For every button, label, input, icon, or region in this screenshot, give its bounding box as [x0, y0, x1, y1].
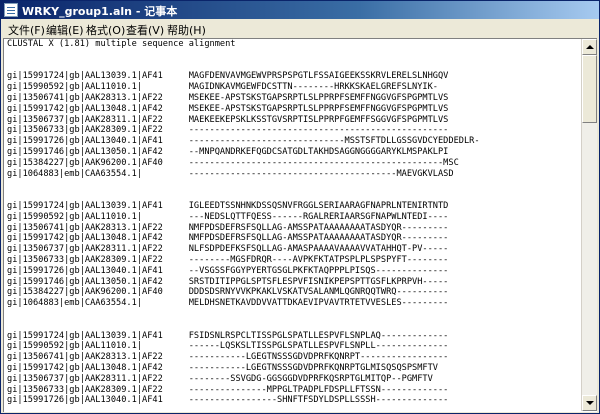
text-line: gi|13506733|gb|AAK28309.1|AF22 --------M… [7, 254, 449, 265]
menu-edit[interactable]: 编辑(E) [43, 21, 87, 39]
text-line: gi|15990592|gb|AAL11010.1| ------LQSKSLT… [7, 341, 449, 352]
text-line: CLUSTAL X (1.81) multiple sequence align… [7, 39, 236, 49]
text-line: gi|15991742|gb|AAL13048.1|AF42 NMFPDSDEF… [7, 233, 449, 244]
text-line: gi|13506737|gb|AAK28311.1|AF22 MAEKEEKEP… [7, 114, 449, 125]
text-line: gi|15991726|gb|AAL13040.1|AF41 ---------… [7, 395, 449, 406]
down-arrow-icon [586, 401, 594, 405]
text-line: gi|15991724|gb|AAL13039.1|AF41 MAGFDENVA… [7, 71, 449, 82]
text-line: gi|1064883|emb|CAA63554.1| -------------… [7, 168, 454, 179]
text-line [7, 190, 582, 201]
window-title: WRKY_group1.aln - 记事本 [22, 5, 178, 18]
text-line [7, 61, 582, 72]
text-line: gi|13506733|gb|AAK28309.1|AF22 ---------… [7, 384, 449, 395]
text-line [7, 309, 582, 320]
scroll-thumb[interactable] [582, 55, 597, 123]
text-line: gi|15990592|gb|AAL11010.1| ---NEDSLQTTFQ… [7, 211, 449, 222]
scroll-down-button[interactable] [582, 395, 597, 411]
text-line: gi|13506737|gb|AAK28311.1|AF22 --------S… [7, 373, 433, 384]
text-editor[interactable]: CLUSTAL X (1.81) multiple sequence align… [3, 38, 597, 412]
menu-format[interactable]: 格式(O) [83, 21, 128, 39]
vertical-scrollbar[interactable] [581, 39, 597, 411]
text-line: gi|15990592|gb|AAL11010.1| MAGIDNKAVMGEW… [7, 82, 438, 93]
text-line: gi|15991742|gb|AAL13048.1|AF42 ---------… [7, 362, 438, 373]
text-line: gi|15991746|gb|AAL13050.1|AF42 SRSTDITIP… [7, 276, 449, 287]
title-bar[interactable]: WRKY_group1.aln - 记事本 [1, 1, 599, 19]
text-line: gi|15991726|gb|AAL13040.1|AF41 --VSGSSFG… [7, 265, 449, 276]
text-line: gi|13506741|gb|AAK28313.1|AF22 MSEKEE-AP… [7, 92, 449, 103]
text-line: gi|15991724|gb|AAL13039.1|AF41 IGLEEDTSS… [7, 200, 449, 211]
text-line: gi|15991746|gb|AAL13050.1|AF42 --MNPQAND… [7, 146, 449, 157]
document-text[interactable]: CLUSTAL X (1.81) multiple sequence align… [7, 39, 582, 411]
text-line: gi|13506741|gb|AAK28313.1|AF22 NMFPDSDEF… [7, 222, 449, 233]
menu-bar: 文件(F) 编辑(E) 格式(O) 查看(V) 帮助(H) [1, 19, 599, 38]
text-line: gi|15384227|gb|AAK96200.1|AF40 DDDSDSRNY… [7, 287, 449, 298]
menu-view[interactable]: 查看(V) [123, 21, 167, 39]
menu-file[interactable]: 文件(F) [5, 21, 48, 39]
text-line: gi|13506741|gb|AAK28313.1|AF22 ---------… [7, 352, 449, 363]
text-line [7, 50, 582, 61]
text-line: gi|15384227|gb|AAK96200.1|AF40 ---------… [7, 157, 459, 168]
text-line: gi|13506737|gb|AAK28311.1|AF22 NLFSDPDEF… [7, 244, 449, 255]
text-line: gi|1064883|emb|CAA63554.1| MELDHSNETKAVD… [7, 298, 449, 309]
menu-help[interactable]: 帮助(H) [164, 21, 209, 39]
text-line [7, 320, 582, 331]
text-line: gi|15991742|gb|AAL13048.1|AF42 MSEKEE-AP… [7, 103, 449, 114]
notepad-window: WRKY_group1.aln - 记事本 文件(F) 编辑(E) 格式(O) … [0, 0, 600, 414]
text-line: gi|15991724|gb|AAL13039.1|AF41 FSIDSNLRS… [7, 330, 449, 341]
text-line: gi|15991726|gb|AAL13040.1|AF41 ---------… [7, 136, 480, 147]
up-arrow-icon [586, 45, 594, 49]
text-line [7, 179, 582, 190]
notepad-icon [4, 3, 18, 17]
scroll-up-button[interactable] [582, 39, 597, 55]
text-line: gi|13506733|gb|AAK28309.1|AF22 ---------… [7, 125, 449, 136]
